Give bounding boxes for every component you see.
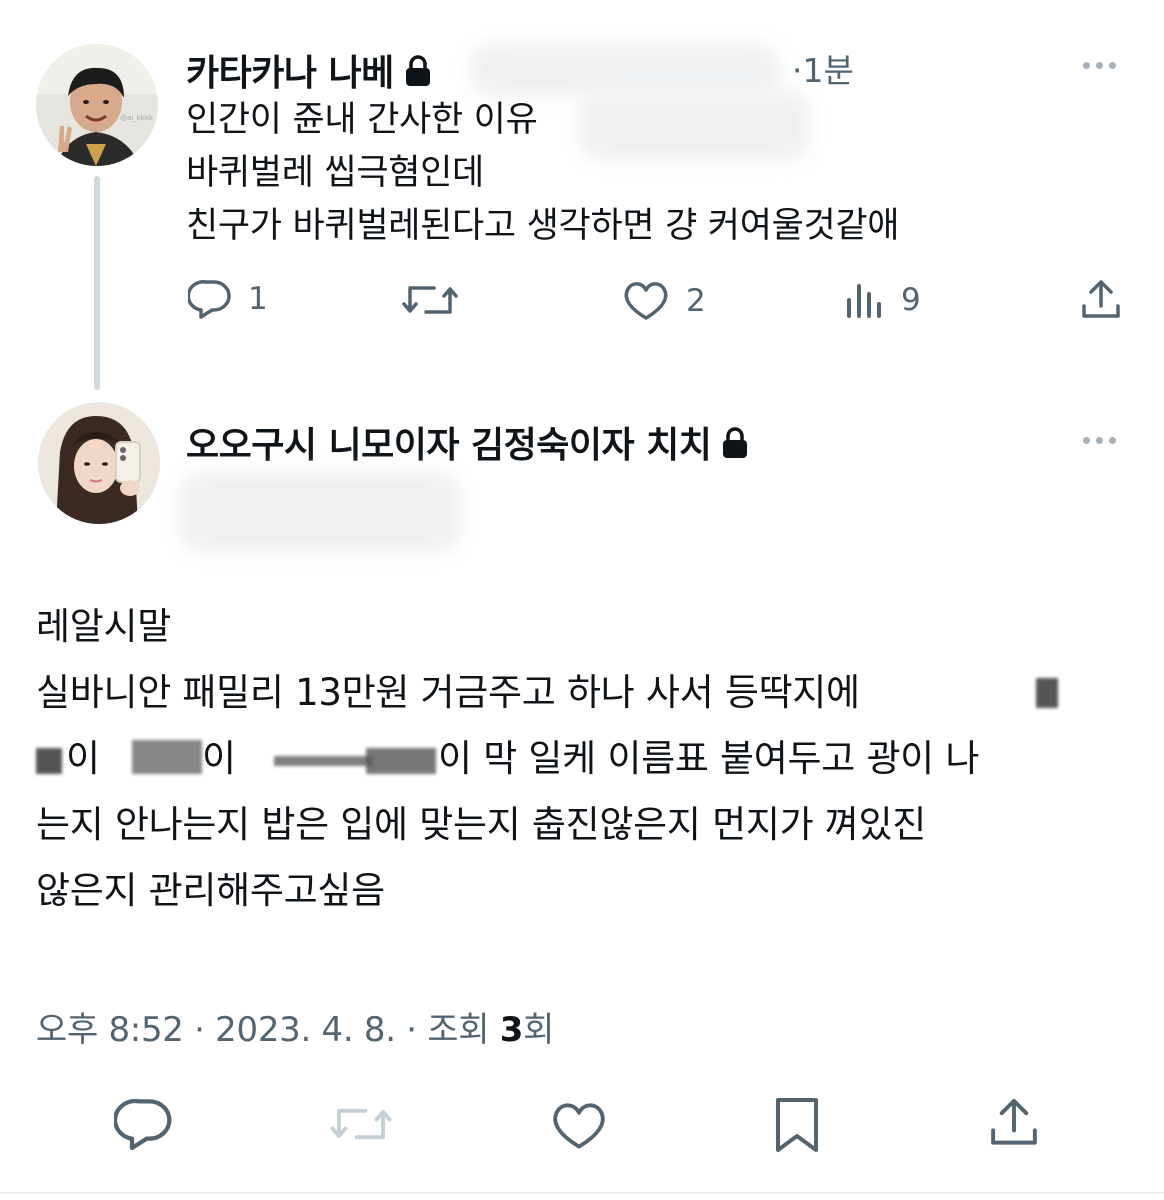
tweet-text-line: 바퀴벌레 씹극혐인데 <box>186 153 484 193</box>
more-icon[interactable] <box>1083 62 1116 69</box>
tweet-text-line: 친구가 바퀴벌레된다고 생각하면 걍 커여울것같애 <box>186 206 900 246</box>
views-button[interactable]: 9 <box>845 280 921 320</box>
views-label: 조회 <box>427 1010 490 1050</box>
like-icon <box>550 1100 608 1152</box>
tweet-date[interactable]: 2023. 4. 8. <box>215 1010 396 1050</box>
like-button[interactable]: 2 <box>622 280 706 322</box>
tweet-time[interactable]: ·1분 <box>792 44 854 92</box>
retweet-button[interactable] <box>328 1102 394 1146</box>
display-name-text: 카타카나 나베 <box>186 53 394 94</box>
tweet-text-line: 실바니안 패밀리 13만원 거금주고 하나 사서 등딱지에 <box>36 660 1058 726</box>
redacted-handle <box>470 44 780 96</box>
like-count: 2 <box>686 283 706 319</box>
share-button[interactable] <box>988 1096 1040 1150</box>
retweet-button[interactable] <box>400 280 460 320</box>
tweet-text-segment: 이 막 일케 이름표 붙여두고 광이 나 <box>438 737 980 780</box>
avatar[interactable]: @ai_kkkk <box>36 44 158 166</box>
tweet-text-line: 인간이 쥰내 간사한 이유 <box>186 100 538 140</box>
share-button[interactable] <box>1080 278 1122 322</box>
display-name[interactable]: 카타카나 나베 <box>186 44 432 96</box>
retweet-icon <box>400 280 460 320</box>
tweet-text-segment: 이 <box>202 737 236 780</box>
retweet-icon <box>328 1102 394 1146</box>
separator: · <box>194 1010 205 1050</box>
bookmark-icon <box>774 1096 820 1154</box>
redacted-name <box>1036 678 1058 708</box>
views-count: 3 <box>499 1010 524 1050</box>
tweet-text-line: 않은지 관리해주고싶음 <box>36 869 385 912</box>
display-name-text: 오오구시 니모이자 김정숙이자 치치 <box>186 425 712 466</box>
redacted-name <box>274 756 372 766</box>
redacted-name <box>366 748 436 774</box>
divider <box>0 1192 1164 1194</box>
lock-icon <box>721 427 749 468</box>
avatar[interactable] <box>38 402 160 524</box>
views-icon <box>845 280 885 320</box>
reply-icon <box>114 1096 174 1152</box>
tweet-text-line: 레알시말 <box>36 605 171 648</box>
tweet-meta: 오후 8:52 · 2023. 4. 8. · 조회 3회 <box>36 1002 554 1051</box>
views-count: 9 <box>901 282 921 318</box>
share-icon <box>1080 278 1122 322</box>
redacted-handle <box>180 472 460 552</box>
redacted-name <box>132 740 202 774</box>
reply-button[interactable]: 1 <box>188 278 268 320</box>
bookmark-button[interactable] <box>774 1096 820 1154</box>
share-icon <box>988 1096 1040 1150</box>
tweet-text-line: 이 이 이 막 일케 이름표 붙여두고 광이 나 <box>36 726 979 792</box>
tweet-text-line: 는지 안나는지 밥은 입에 맞는지 춥진않은지 먼지가 껴있진 <box>36 803 926 846</box>
tweet-text-segment: 실바니안 패밀리 13만원 거금주고 하나 사서 등딱지에 <box>36 671 860 714</box>
views-unit: 회 <box>523 1010 555 1050</box>
tweet-text: 레알시말 실바니안 패밀리 13만원 거금주고 하나 사서 등딱지에 이 이 이… <box>36 594 1058 924</box>
thread-line <box>94 176 100 390</box>
tweet-text-segment: 이 <box>66 737 100 780</box>
like-icon <box>622 280 670 322</box>
tweet-text: 인간이 쥰내 간사한 이유 바퀴벌레 씹극혐인데 친구가 바퀴벌레된다고 생각하… <box>186 94 900 253</box>
lock-icon <box>404 55 432 96</box>
like-button[interactable] <box>550 1100 608 1152</box>
reply-count: 1 <box>248 281 268 317</box>
reply-button[interactable] <box>114 1096 174 1152</box>
separator: · <box>406 1010 417 1050</box>
tweet-time[interactable]: 오후 8:52 <box>36 1010 184 1050</box>
avatar-watermark: @ai_kkkk <box>120 114 153 122</box>
display-name[interactable]: 오오구시 니모이자 김정숙이자 치치 <box>186 416 749 468</box>
reply-icon <box>188 278 232 320</box>
redacted-name <box>36 748 62 774</box>
more-icon[interactable] <box>1083 437 1116 444</box>
